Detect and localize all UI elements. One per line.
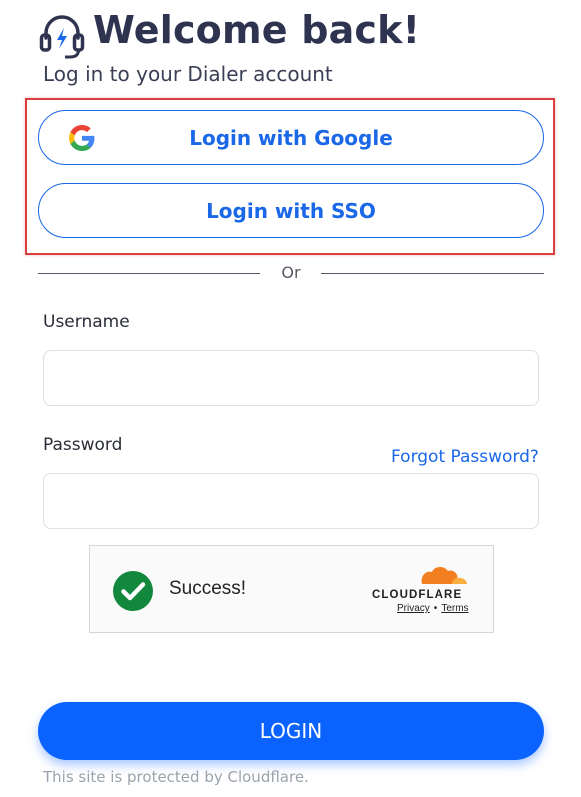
cloudflare-logo: CLOUDFLARE [372, 566, 467, 600]
divider-line-left [38, 273, 260, 274]
cloudflare-captcha-widget: Success! CLOUDFLARE Privacy • Terms [89, 545, 494, 633]
login-with-sso-button[interactable]: Login with SSO [38, 183, 544, 238]
username-label: Username [43, 312, 130, 332]
login-button-label: LOGIN [259, 719, 323, 743]
check-circle-icon [113, 571, 153, 611]
login-with-google-button[interactable]: Login with Google [38, 110, 544, 165]
captcha-links: Privacy • Terms [397, 603, 469, 614]
login-page: Welcome back! Log in to your Dialer acco… [0, 0, 581, 797]
privacy-link[interactable]: Privacy [397, 603, 430, 614]
username-input[interactable] [43, 350, 539, 406]
svg-text:CLOUDFLARE: CLOUDFLARE [372, 589, 462, 600]
password-input[interactable] [43, 473, 539, 529]
login-with-sso-label: Login with SSO [206, 198, 376, 223]
google-g-icon [69, 125, 95, 151]
headset-bolt-icon [39, 15, 85, 59]
divider-or-text: Or [281, 263, 301, 282]
divider-line-right [321, 273, 544, 274]
login-button[interactable]: LOGIN [38, 702, 544, 760]
page-subtitle: Log in to your Dialer account [43, 62, 333, 86]
forgot-password-link[interactable]: Forgot Password? [391, 447, 539, 467]
terms-link[interactable]: Terms [441, 603, 468, 614]
login-with-google-label: Login with Google [189, 125, 393, 150]
cloudflare-protection-note: This site is protected by Cloudflare. [43, 768, 309, 786]
page-title: Welcome back! [93, 8, 421, 52]
captcha-status-text: Success! [169, 578, 247, 599]
password-label: Password [43, 435, 123, 455]
link-separator: • [433, 603, 438, 614]
